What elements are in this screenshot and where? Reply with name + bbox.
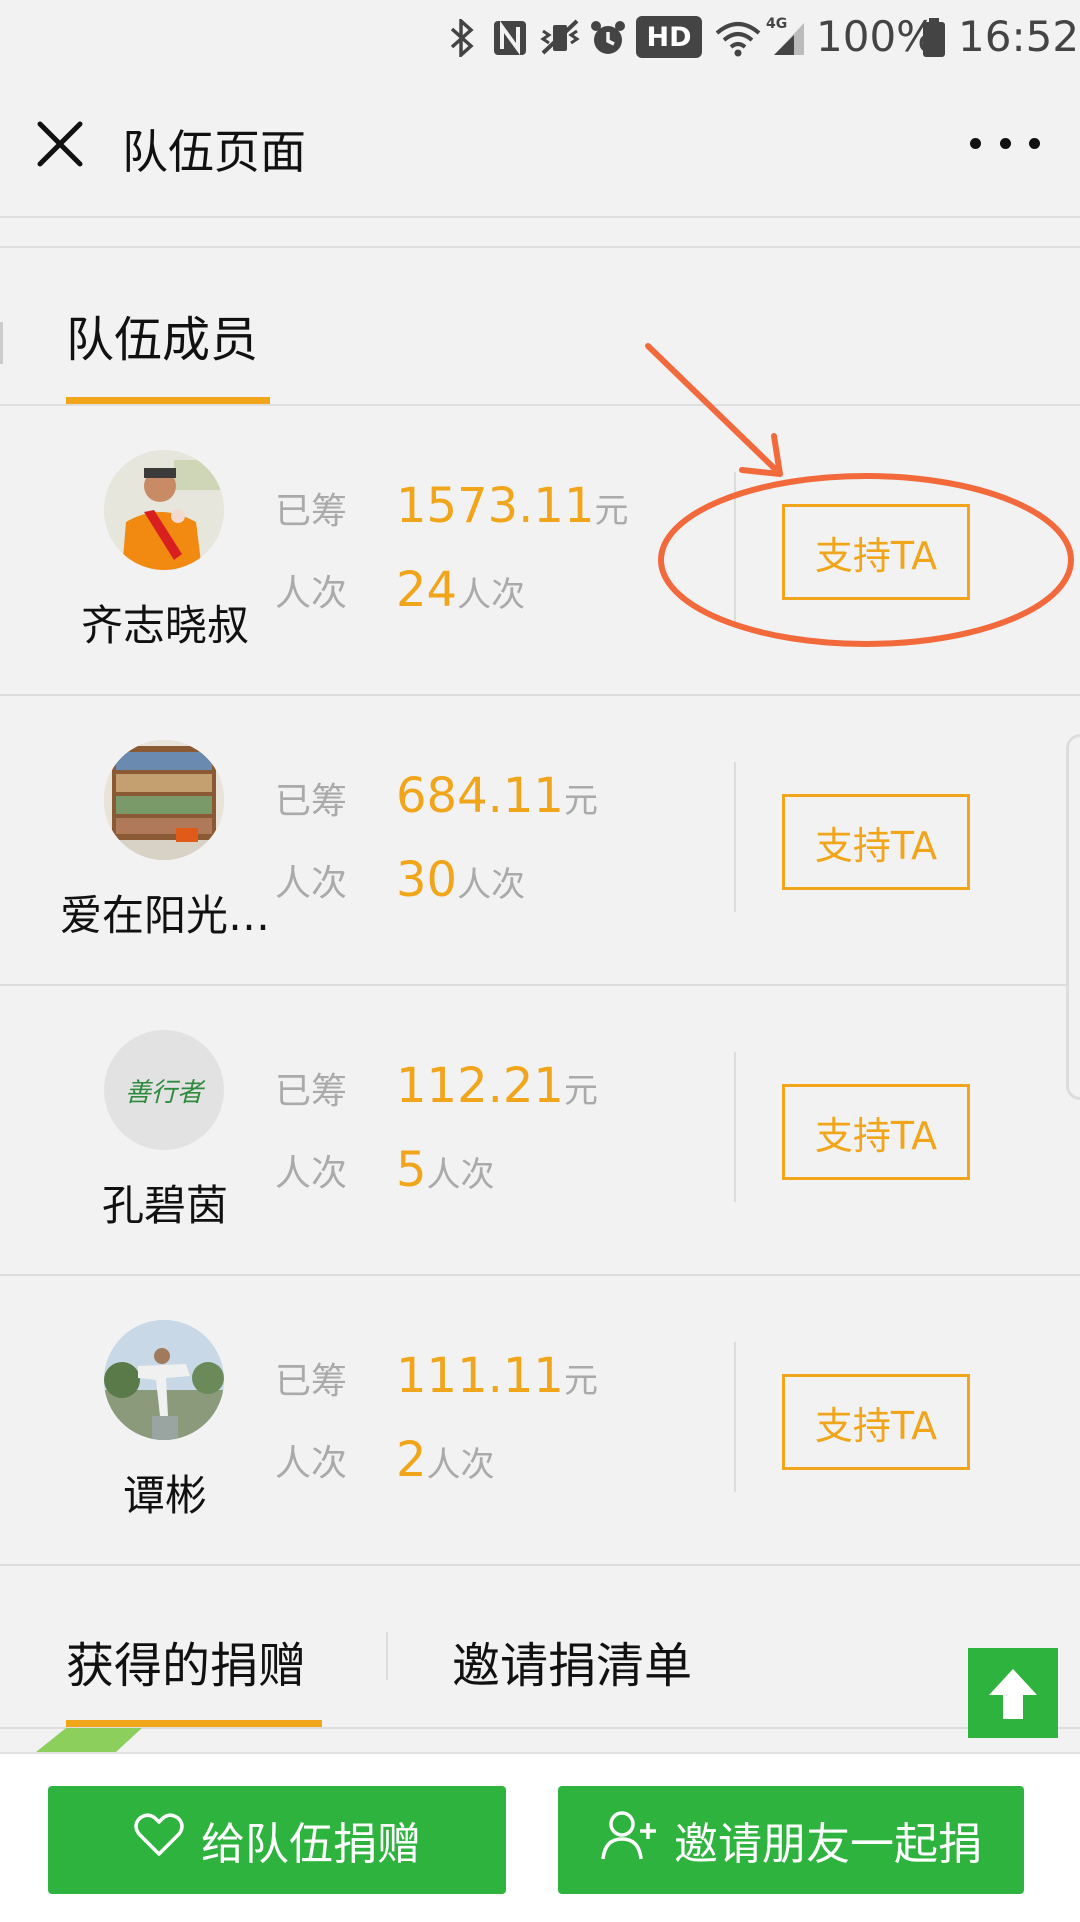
tab-divider [0, 1727, 1080, 1729]
count-unit: 人次 [426, 1445, 495, 1485]
side-drawer-handle[interactable] [1066, 734, 1080, 1100]
tab-team-members[interactable]: 队伍成员 [66, 300, 258, 370]
row-separator [734, 1342, 736, 1492]
section-divider [0, 246, 1080, 248]
count-label: 人次 [275, 573, 348, 614]
member-row: 爱在阳光… 已筹 人次 684.11元 30人次 支持TA [0, 696, 1080, 986]
bluetooth-icon [444, 14, 480, 62]
alarm-icon [588, 14, 628, 62]
count-unit: 人次 [457, 865, 526, 905]
support-button[interactable]: 支持TA [782, 794, 970, 890]
add-user-icon [600, 1809, 658, 1872]
more-menu-icon[interactable] [970, 128, 1040, 158]
raised-label: 已筹 [275, 1071, 348, 1112]
raised-label: 已筹 [275, 491, 348, 532]
member-avatar[interactable] [104, 1320, 224, 1440]
battery-icon [920, 14, 948, 62]
count-unit: 人次 [426, 1155, 495, 1195]
donor-count: 2 [396, 1432, 427, 1488]
member-row: 谭彬 已筹 人次 111.11元 2人次 支持TA [0, 1276, 1080, 1566]
invite-friends-button[interactable]: 邀请朋友一起捐 [558, 1786, 1024, 1894]
row-separator [734, 472, 736, 622]
tab-active-indicator [66, 1720, 322, 1727]
donate-label: 给队伍捐赠 [201, 1819, 421, 1870]
invite-label: 邀请朋友一起捐 [674, 1819, 982, 1870]
status-bar: HD 4G 100% 16:52 [0, 0, 1080, 76]
page-title: 队伍页面 [122, 125, 306, 179]
hd-badge: HD [636, 16, 702, 58]
signal-4g-icon: 4G [766, 14, 806, 62]
donor-count: 24 [396, 562, 458, 618]
support-button[interactable]: 支持TA [782, 1374, 970, 1470]
ribbon-decoration [36, 1728, 146, 1752]
row-separator [734, 762, 736, 912]
heart-icon [133, 1812, 185, 1869]
tab-separator [386, 1632, 388, 1680]
battery-percent: 100% [816, 12, 937, 61]
member-avatar[interactable]: 善行者 [104, 1030, 224, 1150]
count-value: 30人次 [396, 852, 525, 908]
raised-amount: 1573.11 [396, 478, 595, 534]
raised-value: 111.11元 [396, 1348, 598, 1404]
member-row: 善行者 孔碧茵 已筹 人次 112.21元 5人次 支持TA [0, 986, 1080, 1276]
clock: 16:52 [958, 12, 1080, 61]
nfc-icon [490, 14, 530, 62]
wifi-icon [712, 14, 764, 62]
currency-unit: 元 [563, 1071, 598, 1111]
raised-amount: 684.11 [396, 768, 564, 824]
count-label: 人次 [275, 1443, 348, 1484]
raised-value: 112.21元 [396, 1058, 598, 1114]
raised-label: 已筹 [275, 1361, 348, 1402]
tab-received-donations[interactable]: 获得的捐赠 [66, 1626, 306, 1696]
avatar-logo-text: 善行者 [124, 1077, 203, 1108]
member-avatar[interactable] [104, 450, 224, 570]
count-unit: 人次 [457, 575, 526, 615]
member-avatar[interactable] [104, 740, 224, 860]
support-button[interactable]: 支持TA [782, 504, 970, 600]
count-value: 2人次 [396, 1432, 495, 1488]
support-button[interactable]: 支持TA [782, 1084, 970, 1180]
row-separator [734, 1052, 736, 1202]
donor-count: 30 [396, 852, 458, 908]
raised-amount: 112.21 [396, 1058, 564, 1114]
raised-amount: 111.11 [396, 1348, 564, 1404]
donate-to-team-button[interactable]: 给队伍捐赠 [48, 1786, 506, 1894]
tab-invite-list[interactable]: 邀请捐清单 [452, 1626, 692, 1696]
currency-unit: 元 [594, 491, 629, 531]
count-label: 人次 [275, 863, 348, 904]
arrow-up-icon [989, 1669, 1037, 1719]
raised-value: 1573.11元 [396, 478, 629, 534]
raised-label: 已筹 [275, 781, 348, 822]
currency-unit: 元 [563, 1361, 598, 1401]
close-icon[interactable] [30, 114, 90, 174]
nav-bar: 队伍页面 [0, 76, 1080, 218]
tab-active-indicator [66, 397, 270, 404]
currency-unit: 元 [563, 781, 598, 821]
tab-edge-mark [0, 322, 3, 364]
bottom-action-bar: 给队伍捐赠 邀请朋友一起捐 [0, 1752, 1080, 1922]
member-row: 齐志晓叔 已筹 人次 1573.11元 24人次 支持TA [0, 406, 1080, 696]
raised-value: 684.11元 [396, 768, 598, 824]
vibrate-icon [538, 14, 582, 62]
count-label: 人次 [275, 1153, 348, 1194]
count-value: 5人次 [396, 1142, 495, 1198]
scroll-to-top-button[interactable] [968, 1648, 1058, 1738]
count-value: 24人次 [396, 562, 525, 618]
donor-count: 5 [396, 1142, 427, 1198]
